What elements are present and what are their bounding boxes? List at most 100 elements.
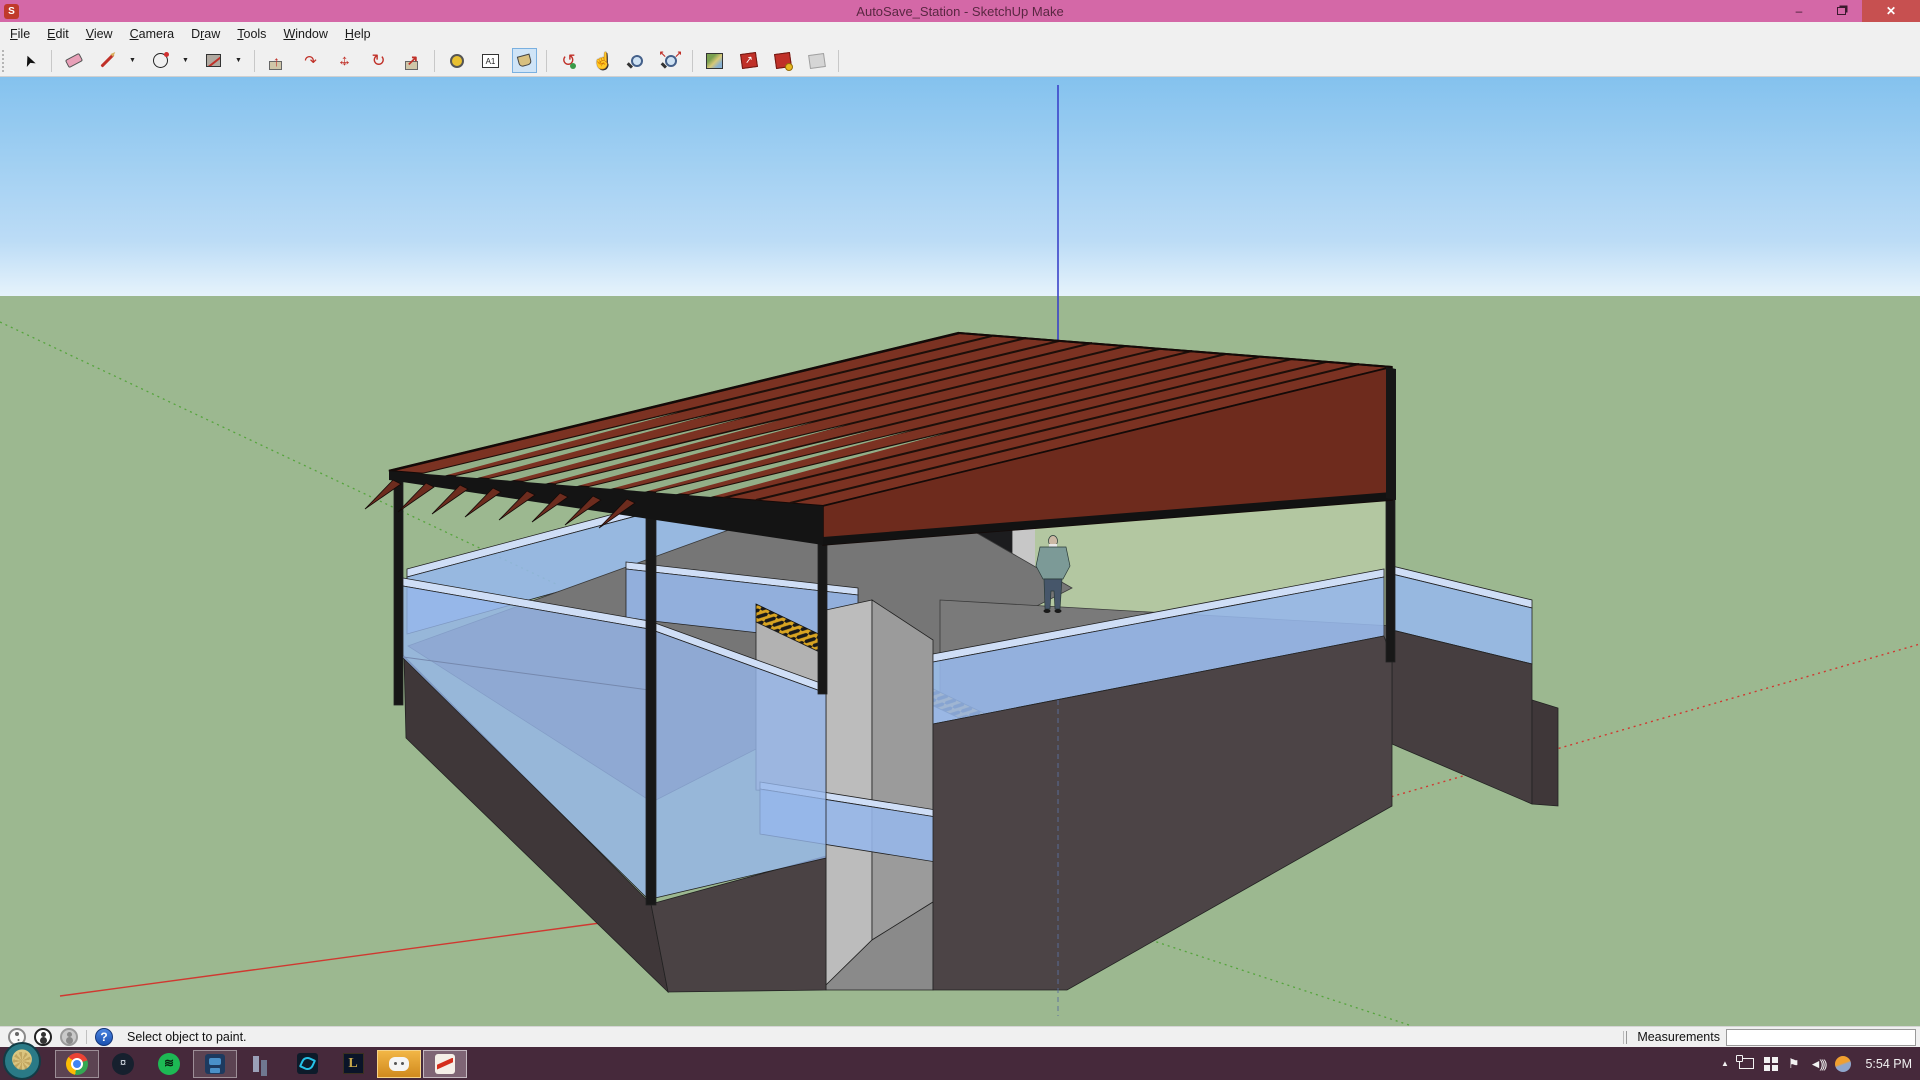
pencil-icon	[100, 53, 114, 67]
steam-icon: ¤	[112, 1053, 134, 1075]
grid-icon[interactable]	[1764, 1057, 1778, 1071]
toolbar-grip[interactable]	[2, 50, 6, 72]
taskbar-city-app[interactable]	[239, 1050, 283, 1078]
volume-icon[interactable]: ◄)))	[1810, 1057, 1826, 1071]
taskbar: ¤ ≋ L ▲ ⚑ ◄))) 5:54 PM	[0, 1047, 1920, 1080]
taskbar-spotify[interactable]: ≋	[147, 1050, 191, 1078]
status-bar: ? Select object to paint. Measurements	[0, 1026, 1920, 1047]
color-orb-icon[interactable]	[1835, 1056, 1851, 1072]
action-center-flag-icon[interactable]: ⚑	[1788, 1056, 1800, 1072]
menu-window[interactable]: Window	[283, 27, 327, 41]
taskbar-league-app[interactable]: L	[331, 1050, 375, 1078]
taskbar-steam[interactable]: ¤	[101, 1050, 145, 1078]
zoom-extents-tool-button[interactable]: ↖↗	[658, 48, 683, 73]
toolbar-separator	[254, 50, 255, 72]
viewport-canvas[interactable]	[0, 77, 1920, 1026]
move-tool-button[interactable]: ↔↕	[332, 48, 357, 73]
toolbar-separator	[546, 50, 547, 72]
arc-tool-dropdown[interactable]: ▼	[182, 48, 192, 73]
frame-post	[646, 498, 656, 905]
toolbar-separator	[434, 50, 435, 72]
get-models-button[interactable]: ↗	[736, 48, 761, 73]
status-divider	[86, 1030, 87, 1044]
pan-tool-button[interactable]: ☝	[590, 48, 615, 73]
league-icon: L	[343, 1053, 364, 1074]
claim-credit-icon[interactable]	[34, 1028, 52, 1046]
rotate-tool-button[interactable]: ↻	[366, 48, 391, 73]
paint-bucket-tool-button[interactable]	[512, 48, 537, 73]
tray-clock[interactable]: 5:54 PM	[1865, 1057, 1912, 1071]
frame-post	[394, 470, 403, 705]
menu-file[interactable]: File	[10, 27, 30, 41]
menu-view[interactable]: View	[86, 27, 113, 41]
zoom-magnifier-icon	[631, 55, 643, 67]
measurements-grip[interactable]	[1626, 1031, 1627, 1044]
discord-icon	[389, 1057, 409, 1071]
text-icon: A1	[482, 54, 499, 68]
arc-tool-button[interactable]	[148, 48, 173, 73]
zoom-extents-magnifier-icon	[665, 55, 677, 67]
taskbar-discord[interactable]	[377, 1050, 421, 1078]
menu-edit[interactable]: Edit	[47, 27, 69, 41]
map-icon	[706, 53, 723, 69]
sign-in-icon[interactable]	[60, 1028, 78, 1046]
followme-tool-button[interactable]: ↷	[298, 48, 323, 73]
menu-tools[interactable]: Tools	[237, 27, 266, 41]
chrome-icon	[66, 1053, 88, 1075]
menu-help[interactable]: Help	[345, 27, 371, 41]
city-icon	[251, 1054, 271, 1074]
restore-icon	[1837, 7, 1846, 15]
paint-bucket-icon	[517, 54, 532, 68]
text-tool-button[interactable]: A1	[478, 48, 503, 73]
help-icon[interactable]: ?	[95, 1028, 113, 1046]
line-tool-button[interactable]	[95, 48, 120, 73]
followme-icon: ↷	[304, 52, 317, 70]
rectangle-tool-button[interactable]	[201, 48, 226, 73]
status-message: Select object to paint.	[127, 1030, 247, 1044]
menu-bar: File Edit View Camera Draw Tools Window …	[0, 22, 1920, 45]
coin-icon	[785, 63, 793, 71]
start-button[interactable]	[3, 1042, 41, 1080]
eraser-tool-button[interactable]	[61, 48, 86, 73]
toolbar-separator	[692, 50, 693, 72]
menu-draw[interactable]: Draw	[191, 27, 220, 41]
sketchup-icon	[435, 1054, 455, 1074]
toolbar-separator	[51, 50, 52, 72]
measurements-label: Measurements	[1637, 1030, 1720, 1044]
share-icon	[808, 52, 826, 68]
eraser-icon	[64, 53, 82, 68]
toolbar: ➤ ▼ ▼ ▼ ↑ ↷ ↔↕ ↻ ↗ A1 ↺ ☝ ↖↗ ↗	[0, 45, 1920, 77]
taskbar-chrome[interactable]	[55, 1050, 99, 1078]
share-model-button[interactable]	[804, 48, 829, 73]
taskbar-robot-app[interactable]	[193, 1050, 237, 1078]
pushpull-tool-button[interactable]: ↑	[264, 48, 289, 73]
taskbar-atom-app[interactable]	[285, 1050, 329, 1078]
hidden-icons-chevron[interactable]: ▲	[1721, 1059, 1729, 1068]
scale-tool-button[interactable]: ↗	[400, 48, 425, 73]
move-icon: ↔	[337, 52, 352, 69]
rectangle-icon	[206, 54, 221, 67]
add-location-button[interactable]	[702, 48, 727, 73]
tape-measure-icon	[450, 54, 464, 68]
viewport[interactable]	[0, 77, 1920, 1026]
scale-arrow-icon: ↗	[407, 52, 419, 69]
taskbar-sketchup[interactable]	[423, 1050, 467, 1078]
close-button[interactable]: ✕	[1862, 0, 1920, 22]
orbit-tool-button[interactable]: ↺	[556, 48, 581, 73]
arc-icon	[153, 53, 168, 68]
sky	[0, 77, 1920, 296]
system-tray: ▲ ⚑ ◄))) 5:54 PM	[1721, 1047, 1912, 1080]
select-tool-button[interactable]: ➤	[17, 48, 42, 73]
network-icon[interactable]	[1739, 1058, 1754, 1069]
tape-measure-tool-button[interactable]	[444, 48, 469, 73]
measurements-input[interactable]	[1726, 1029, 1916, 1046]
minimize-button[interactable]: –	[1778, 0, 1820, 22]
extension-warehouse-button[interactable]	[770, 48, 795, 73]
toolbar-separator	[838, 50, 839, 72]
restore-button[interactable]	[1820, 0, 1862, 22]
zoom-tool-button[interactable]	[624, 48, 649, 73]
robot-icon	[205, 1054, 225, 1074]
line-tool-dropdown[interactable]: ▼	[129, 48, 139, 73]
menu-camera[interactable]: Camera	[130, 27, 174, 41]
shape-tool-dropdown[interactable]: ▼	[235, 48, 245, 73]
